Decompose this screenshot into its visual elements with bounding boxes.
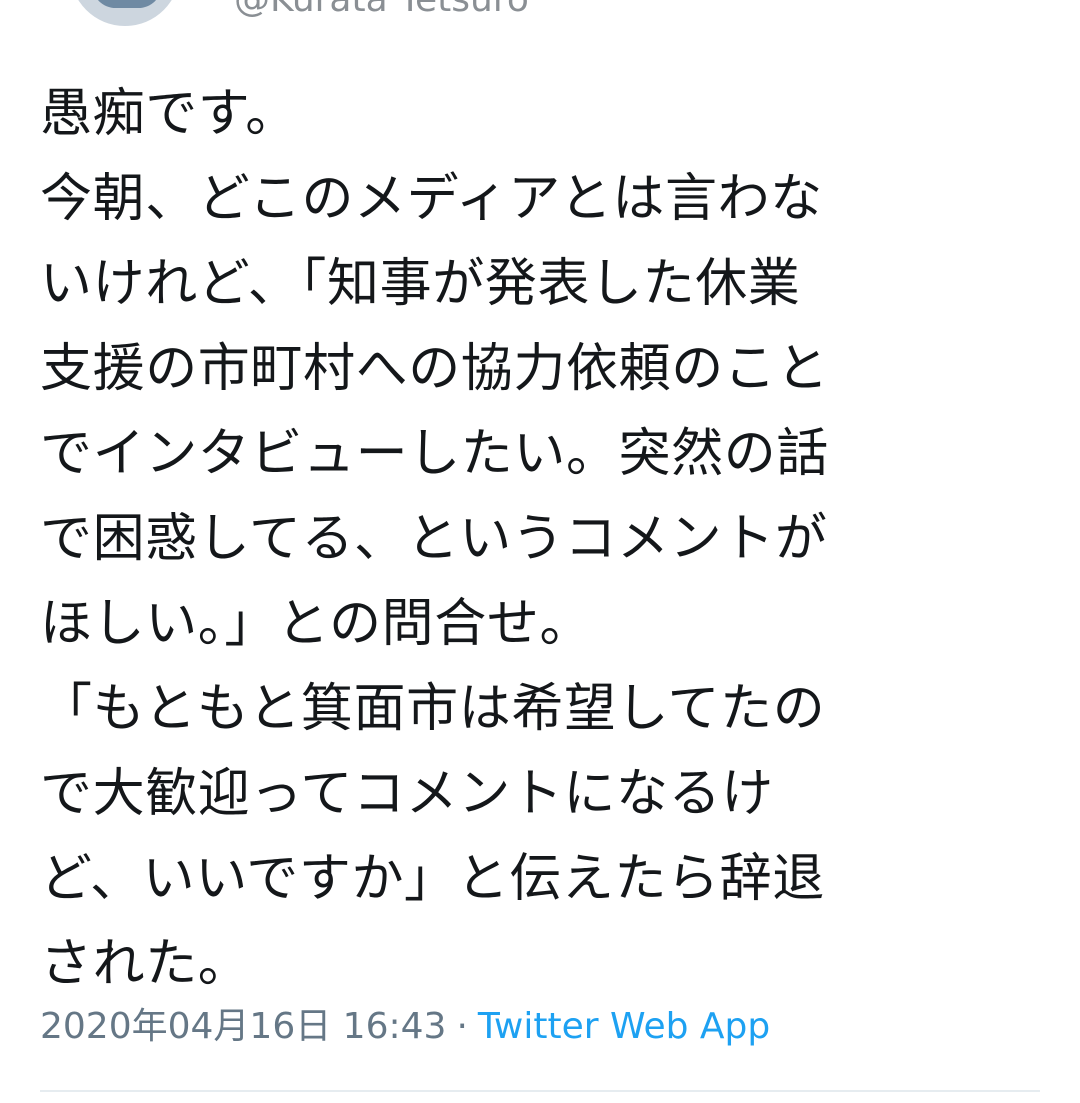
tweet-line: ど、いいですか」と伝えたら辞退: [40, 849, 825, 909]
tweet-line: 「もともと箕面市は希望してたの: [40, 679, 826, 739]
tweet-line: でインタビューしたい。突然の話: [40, 424, 830, 484]
tweet-line: で大歓迎ってコメントになるけ: [40, 764, 774, 824]
user-handle[interactable]: @Kurata Tetsuro: [234, 0, 529, 22]
tweet-line: された。: [40, 934, 251, 994]
tweet-line: で困惑してる、というコメントが: [40, 509, 828, 569]
tweet-line: 支援の市町村への協力依頼のこと: [40, 339, 830, 399]
tweet-meta: 2020年04月16日 16:43 · Twitter Web App: [40, 1002, 770, 1052]
avatar-icon: [92, 0, 162, 8]
tweet-line: 愚痴です。: [40, 84, 298, 144]
tweet-source-link[interactable]: Twitter Web App: [478, 1006, 770, 1047]
divider: [40, 1090, 1040, 1092]
avatar[interactable]: [70, 0, 180, 26]
tweet-line: 今朝、どこのメディアとは言わな: [40, 169, 823, 229]
meta-separator: ·: [456, 1006, 468, 1047]
tweet-line: ほしい。」との問合せ。: [40, 594, 593, 654]
tweet-timestamp[interactable]: 2020年04月16日 16:43: [40, 1006, 446, 1047]
tweet-line: いけれど、「知事が発表した休業: [40, 254, 801, 314]
tweet-text: 愚痴です。 今朝、どこのメディアとは言わな いけれど、「知事が発表した休業 支援…: [40, 72, 1040, 1007]
